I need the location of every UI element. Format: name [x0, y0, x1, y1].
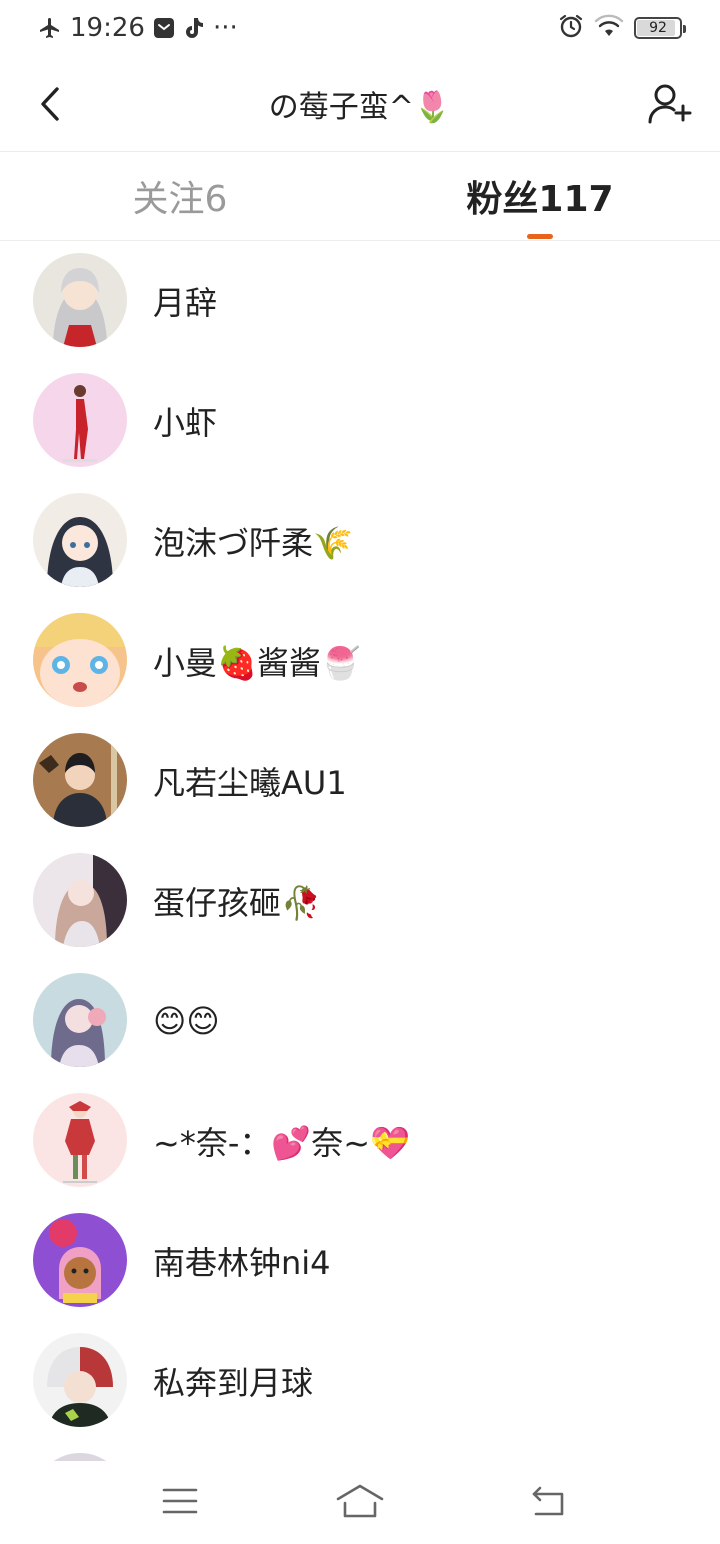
follower-name: 私奔到月球 [153, 1364, 314, 1402]
battery-icon: 92 [634, 17, 686, 39]
active-tab-indicator [527, 234, 553, 239]
avatar [33, 613, 127, 707]
list-item[interactable]: 蛋仔孩砸🥀 [0, 841, 720, 961]
list-item[interactable]: 南巷林钟ni4 [0, 1201, 720, 1321]
system-navigation-bar [0, 1461, 720, 1544]
back-button[interactable] [28, 80, 72, 128]
list-item[interactable]: 私奔到月球 [0, 1321, 720, 1441]
back-arrow-icon [41, 87, 59, 121]
airplane-mode-icon [38, 16, 62, 40]
list-item[interactable]: 小曼🍓酱酱🍧 [0, 601, 720, 721]
status-bar-right: 92 [558, 12, 686, 44]
status-time: 19:26 [70, 13, 145, 43]
avatar [33, 493, 127, 587]
follower-name: ~*奈-：💕奈~💝 [153, 1124, 410, 1162]
back-icon [532, 1486, 564, 1516]
battery-percent: 92 [649, 20, 667, 36]
follower-name: 小虾 [153, 404, 218, 442]
follower-name: 凡若尘曦AU1 [153, 764, 347, 802]
add-user-icon [648, 84, 692, 124]
list-item[interactable]: 月辞 [0, 241, 720, 361]
list-item[interactable]: ~*奈-：💕奈~💝 [0, 1081, 720, 1201]
avatar [33, 253, 127, 347]
avatar [33, 733, 127, 827]
list-item[interactable]: 凡若尘曦AU1 [0, 721, 720, 841]
tab-following[interactable]: 关注6 [0, 152, 360, 240]
avatar [33, 1453, 127, 1461]
tiktok-icon [183, 16, 205, 40]
follower-name: 😊😊 [153, 1002, 220, 1040]
status-bar: 19:26 ··· 92 [0, 0, 720, 56]
follower-name: 蛋仔孩砸🥀 [153, 884, 321, 922]
more-status-icons: ··· [212, 13, 238, 43]
home-icon [336, 1484, 384, 1518]
list-item[interactable]: 😊😊 [0, 961, 720, 1081]
follower-name: 小曼🍓酱酱🍧 [153, 644, 361, 682]
follower-name: 月辞 [153, 284, 218, 322]
list-item[interactable]: 泡沫づ阡柔🌾 [0, 481, 720, 601]
menu-icon [162, 1488, 198, 1514]
avatar [33, 973, 127, 1067]
navigation-bar: の莓子蛮^🌷 [0, 56, 720, 152]
avatar [33, 1333, 127, 1427]
home-button[interactable] [332, 1479, 388, 1523]
page-title: の莓子蛮^🌷 [268, 90, 452, 125]
system-back-button[interactable] [520, 1479, 576, 1523]
menu-button[interactable] [152, 1479, 208, 1523]
alarm-icon [558, 13, 584, 43]
avatar [33, 1093, 127, 1187]
avatar [33, 853, 127, 947]
message-icon [153, 17, 175, 39]
followers-list: 月辞 小虾 泡沫づ阡柔🌾 小曼🍓酱酱🍧 凡若尘曦AU1 蛋仔孩砸🥀 😊😊 ~*奈… [0, 241, 720, 1461]
list-item[interactable] [0, 1441, 720, 1461]
list-item[interactable]: 小虾 [0, 361, 720, 481]
avatar [33, 373, 127, 467]
follow-tabs: 关注6 粉丝117 [0, 152, 720, 241]
tab-fans[interactable]: 粉丝117 [360, 152, 720, 240]
avatar [33, 1213, 127, 1307]
add-friend-button[interactable] [644, 78, 696, 130]
wifi-icon [594, 14, 624, 42]
status-bar-left: 19:26 ··· [38, 12, 238, 44]
follower-name: 南巷林钟ni4 [153, 1244, 331, 1282]
follower-name: 泡沫づ阡柔🌾 [153, 524, 353, 562]
